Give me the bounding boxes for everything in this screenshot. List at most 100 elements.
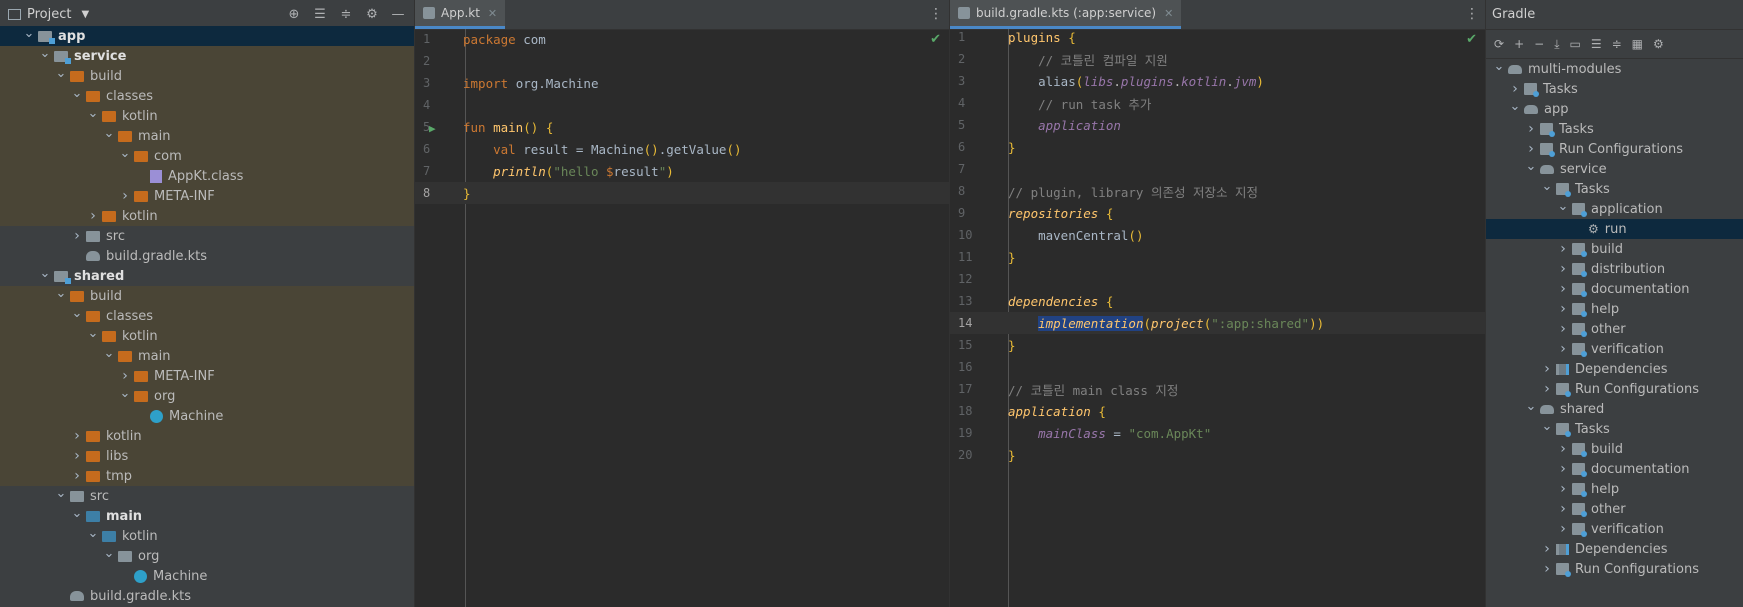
code-area[interactable]: 1 plugins {2 // 코틀린 컴파일 지원 3 alias(libs.pl… — [950, 26, 1485, 466]
tree-item[interactable]: › libs — [0, 446, 414, 466]
tree-item[interactable]: › tmp — [0, 466, 414, 486]
tree-item[interactable]: ⌄ main — [0, 506, 414, 526]
chevron-down-icon[interactable]: ⌄ — [70, 306, 84, 321]
chevron-down-icon[interactable]: ⌄ — [38, 46, 52, 61]
code-area[interactable]: 1 package com 2 3 import org.Machine 4 5 ▶ fun m… — [415, 28, 949, 204]
tree-item[interactable]: ⌄ org — [0, 386, 414, 406]
chevron-right-icon[interactable]: › — [70, 428, 84, 444]
chevron-right-icon[interactable]: › — [118, 188, 132, 204]
chevron-right-icon[interactable]: › — [1540, 541, 1554, 557]
chevron-down-icon[interactable]: ⌄ — [70, 86, 84, 101]
chevron-right-icon[interactable]: › — [1508, 81, 1522, 97]
tree-item[interactable]: › META-INF — [0, 366, 414, 386]
chevron-down-icon[interactable]: ⌄ — [1524, 399, 1538, 414]
code-line[interactable]: 3 alias(libs.plugins.kotlin.jvm) — [950, 70, 1485, 92]
execute-task-icon[interactable]: ▭ — [1570, 37, 1581, 51]
chevron-down-icon[interactable]: ⌄ — [1492, 59, 1506, 74]
code-line[interactable]: 16 — [950, 356, 1485, 378]
chevron-down-icon[interactable]: ⌄ — [1540, 419, 1554, 434]
code-line[interactable]: 2 — [415, 50, 949, 72]
chevron-right-icon[interactable]: › — [1556, 321, 1570, 337]
tree-item[interactable]: build.gradle.kts — [0, 586, 414, 606]
code-line[interactable]: 20} — [950, 444, 1485, 466]
tree-item[interactable]: › verification — [1486, 339, 1743, 359]
chevron-down-icon[interactable]: ⌄ — [102, 346, 116, 361]
chevron-right-icon[interactable]: › — [1556, 261, 1570, 277]
tree-item[interactable]: › kotlin — [0, 206, 414, 226]
code-line[interactable]: 15} — [950, 334, 1485, 356]
code-line[interactable]: 8} — [415, 182, 949, 204]
code-line[interactable]: 17 // 코틀린 main class 지정 — [950, 378, 1485, 400]
tree-item[interactable]: › Tasks — [1486, 119, 1743, 139]
code-line[interactable]: 13 dependencies { — [950, 290, 1485, 312]
tree-item[interactable]: ⌄ classes — [0, 86, 414, 106]
chevron-down-icon[interactable]: ⌄ — [22, 26, 36, 41]
chevron-right-icon[interactable]: › — [70, 468, 84, 484]
add-icon[interactable]: + — [1514, 37, 1524, 51]
tree-item[interactable]: ⌄ kotlin — [0, 326, 414, 346]
tree-item[interactable]: ⌄ com — [0, 146, 414, 166]
tree-item[interactable]: ⌄ build — [0, 66, 414, 86]
refresh-icon[interactable]: ⟳ — [1494, 37, 1504, 51]
chevron-down-icon[interactable]: ⌄ — [102, 126, 116, 141]
tree-item[interactable]: ⌄ src — [0, 486, 414, 506]
code-line[interactable]: 1 package com — [415, 28, 949, 50]
chevron-right-icon[interactable]: › — [1556, 441, 1570, 457]
tree-item[interactable]: › help — [1486, 479, 1743, 499]
code-line[interactable]: 14 implementation(project(":app:shared")… — [950, 312, 1485, 334]
tree-item[interactable]: › META-INF — [0, 186, 414, 206]
chevron-right-icon[interactable]: › — [118, 368, 132, 384]
tree-item[interactable]: ⌄ Tasks — [1486, 179, 1743, 199]
tree-item[interactable]: › kotlin — [0, 426, 414, 446]
tree-item[interactable]: › documentation — [1486, 279, 1743, 299]
code-line[interactable]: 18 application { — [950, 400, 1485, 422]
code-line[interactable]: 11} — [950, 246, 1485, 268]
code-line[interactable]: 19 mainClass = "com.AppKt" — [950, 422, 1485, 444]
tree-item[interactable]: ⚙ run — [1486, 219, 1743, 239]
code-line[interactable]: 4 // run task 추가 — [950, 92, 1485, 114]
chevron-right-icon[interactable]: › — [1556, 241, 1570, 257]
tree-item[interactable]: build.gradle.kts — [0, 246, 414, 266]
code-line[interactable]: 6} — [950, 136, 1485, 158]
tree-item[interactable]: ⌄ application — [1486, 199, 1743, 219]
tab-build-gradle[interactable]: build.gradle.kts (:app:service) ✕ — [950, 0, 1182, 29]
chevron-down-icon[interactable]: ⌄ — [86, 106, 100, 121]
tree-item[interactable]: ⌄ multi-modules — [1486, 59, 1743, 79]
tree-item[interactable]: ⌄ main — [0, 126, 414, 146]
chevron-right-icon[interactable]: › — [86, 208, 100, 224]
tree-item[interactable]: ⌄ kotlin — [0, 526, 414, 546]
chevron-down-icon[interactable]: ⌄ — [102, 546, 116, 561]
chevron-right-icon[interactable]: › — [1556, 501, 1570, 517]
chevron-down-icon[interactable]: ⌄ — [54, 286, 68, 301]
chevron-right-icon[interactable]: › — [70, 448, 84, 464]
tree-item[interactable]: ⌄ service — [1486, 159, 1743, 179]
code-line[interactable]: 5 ▶ fun main() { — [415, 116, 949, 138]
chevron-down-icon[interactable]: ⌄ — [118, 146, 132, 161]
tree-item[interactable]: › Dependencies — [1486, 359, 1743, 379]
chevron-down-icon[interactable]: ⌄ — [38, 266, 52, 281]
tree-item[interactable]: › other — [1486, 499, 1743, 519]
chevron-down-icon[interactable]: ⌄ — [118, 386, 132, 401]
minimize-icon[interactable]: — — [390, 7, 406, 23]
tree-item[interactable]: › Run Configurations — [1486, 379, 1743, 399]
tree-item[interactable]: › src — [0, 226, 414, 246]
chevron-right-icon[interactable]: › — [1540, 361, 1554, 377]
tree-item[interactable]: › Run Configurations — [1486, 559, 1743, 579]
code-line[interactable]: 6 val result = Machine().getValue() — [415, 138, 949, 160]
chevron-right-icon[interactable]: › — [1556, 481, 1570, 497]
tree-item[interactable]: ⌄ app — [1486, 99, 1743, 119]
gear-icon[interactable]: ⚙ — [364, 7, 380, 23]
chevron-right-icon[interactable]: › — [70, 228, 84, 244]
code-line[interactable]: 10 mavenCentral() — [950, 224, 1485, 246]
dependencies-icon[interactable]: ▦ — [1632, 37, 1643, 51]
remove-icon[interactable]: − — [1534, 37, 1544, 51]
chevron-down-icon[interactable]: ⌄ — [86, 526, 100, 541]
code-line[interactable]: 1 plugins { — [950, 26, 1485, 48]
tree-item[interactable]: ⌄ shared — [0, 266, 414, 286]
tree-item[interactable]: › other — [1486, 319, 1743, 339]
chevron-right-icon[interactable]: › — [1540, 381, 1554, 397]
tree-item[interactable]: › Run Configurations — [1486, 139, 1743, 159]
tree-item[interactable]: › documentation — [1486, 459, 1743, 479]
chevron-down-icon[interactable]: ⌄ — [54, 486, 68, 501]
chevron-down-icon[interactable]: ⌄ — [1540, 179, 1554, 194]
